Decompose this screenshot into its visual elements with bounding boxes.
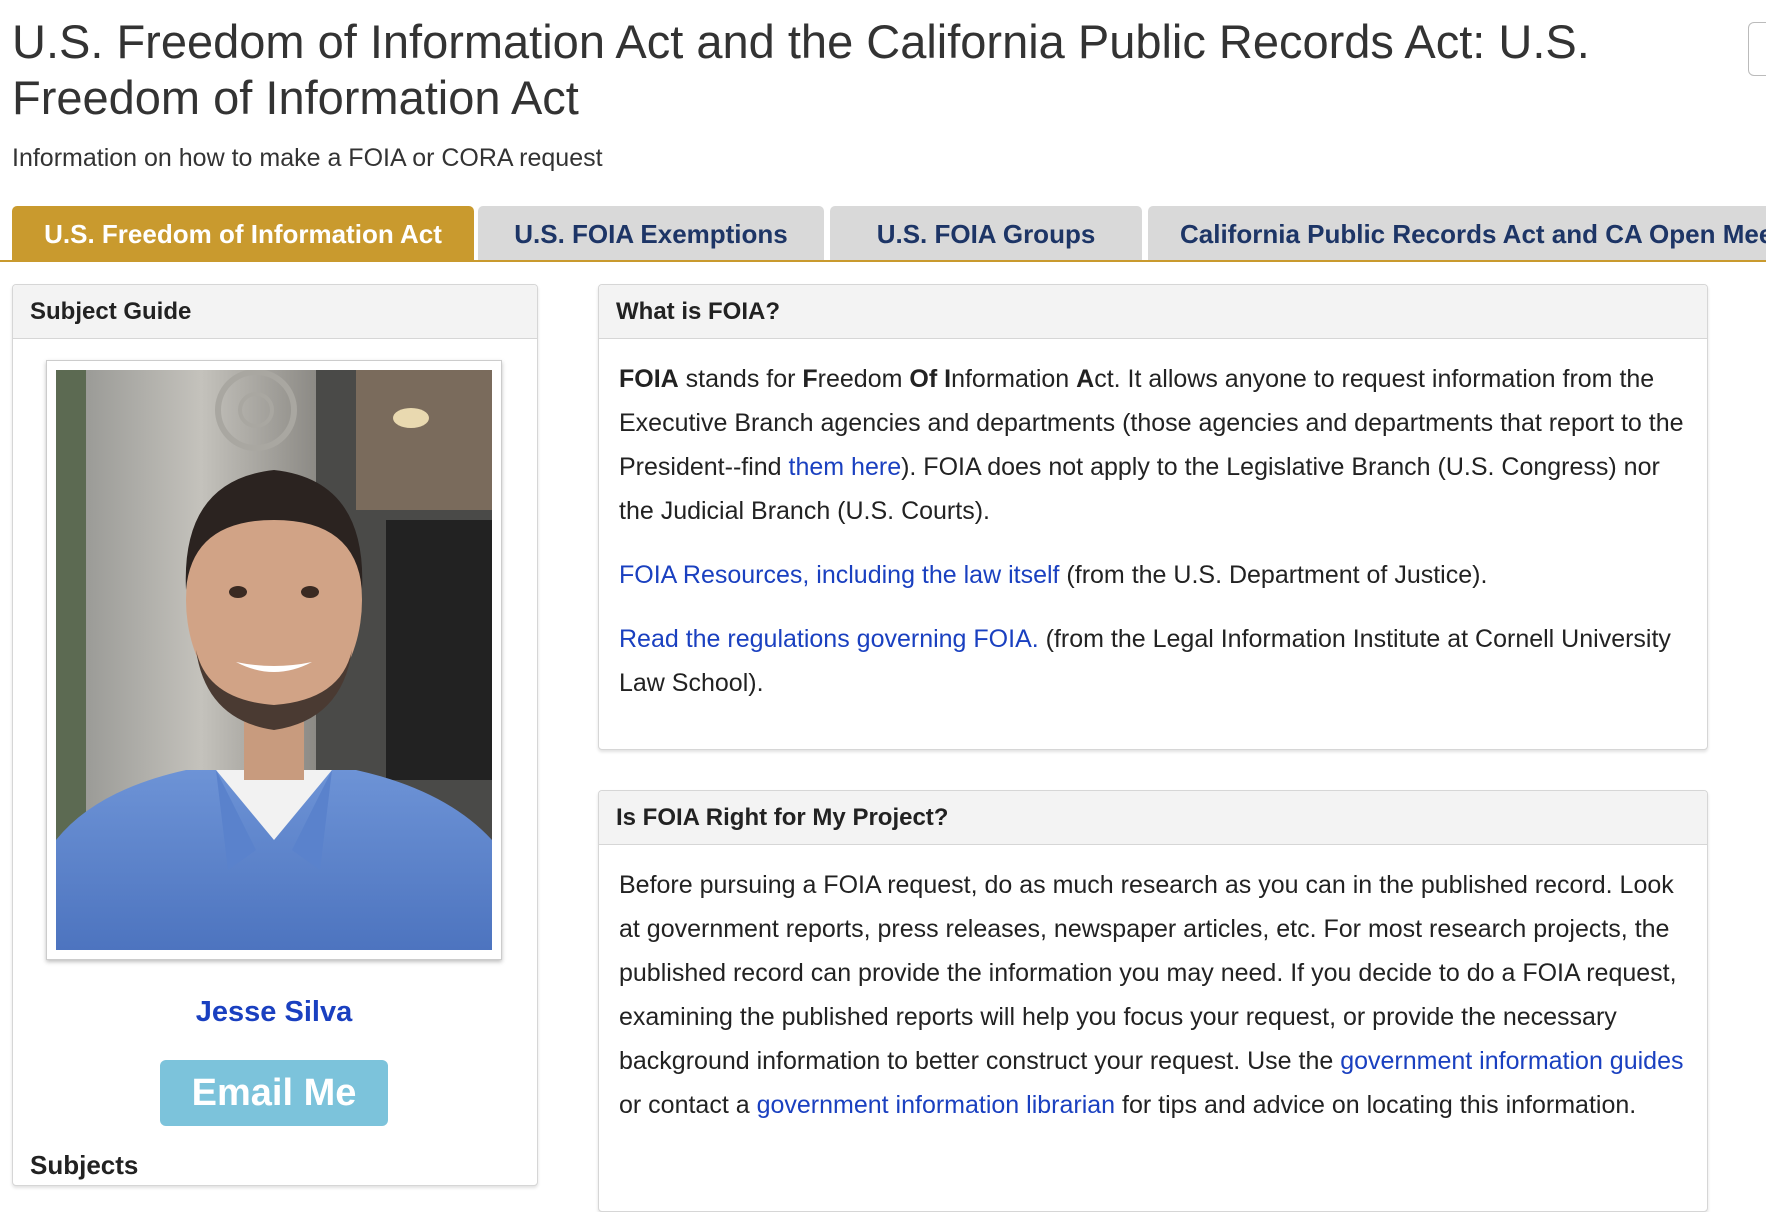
foia-right-for-project-heading: Is FOIA Right for My Project? — [599, 791, 1707, 845]
acronym-letter: A — [1076, 365, 1095, 393]
what-is-foia-box: What is FOIA? FOIA stands for Freedom Of… — [598, 284, 1708, 750]
page-subtitle: Information on how to make a FOIA or COR… — [12, 144, 603, 172]
search-box[interactable] — [1748, 22, 1766, 76]
tab-foia-exemptions[interactable]: U.S. FOIA Exemptions — [478, 206, 824, 262]
tab-foia-groups[interactable]: U.S. FOIA Groups — [830, 206, 1142, 262]
profile-photo — [46, 360, 502, 960]
foia-regulations-link[interactable]: Read the regulations governing FOIA. — [619, 625, 1039, 653]
advice-text: for tips and advice on locating this inf… — [1115, 1091, 1637, 1119]
page-title: U.S. Freedom of Information Act and the … — [12, 15, 1590, 124]
foia-right-for-project-box: Is FOIA Right for My Project? Before pur… — [598, 790, 1708, 1212]
what-is-foia-heading: What is FOIA? — [599, 285, 1707, 339]
government-information-librarian-link[interactable]: government information librarian — [757, 1091, 1116, 1119]
government-information-guides-link[interactable]: government information guides — [1340, 1047, 1683, 1075]
foia-resources-link[interactable]: FOIA Resources, including the law itself — [619, 561, 1059, 589]
tab-california-public-records[interactable]: California Public Records Act and CA Ope… — [1148, 206, 1766, 262]
definition-text: nformation — [951, 365, 1077, 393]
acronym-letter: Of — [909, 365, 938, 393]
definition-text: reedom — [817, 365, 910, 393]
foia-resources-paragraph: FOIA Resources, including the law itself… — [619, 553, 1687, 597]
resources-source-text: (from the U.S. Department of Justice). — [1059, 561, 1488, 589]
foia-regulations-paragraph: Read the regulations governing FOIA. (fr… — [619, 617, 1687, 705]
subject-guide-heading: Subject Guide — [13, 285, 537, 339]
guide-tabs: U.S. Freedom of Information Act U.S. FOI… — [12, 206, 1766, 262]
foia-advice-paragraph: Before pursuing a FOIA request, do as mu… — [619, 863, 1687, 1127]
email-me-button[interactable]: Email Me — [160, 1060, 388, 1126]
profile-photo-image — [56, 370, 492, 950]
them-here-link[interactable]: them here — [789, 453, 902, 481]
tabs-divider — [0, 260, 1766, 262]
foia-definition-paragraph: FOIA stands for Freedom Of Information A… — [619, 357, 1687, 533]
acronym-foia: FOIA — [619, 365, 679, 393]
advice-text: or contact a — [619, 1091, 757, 1119]
acronym-letter: F — [802, 365, 818, 393]
definition-text: stands for — [678, 365, 803, 393]
profile-name-link[interactable]: Jesse Silva — [0, 996, 548, 1029]
advice-text: Before pursuing a FOIA request, do as mu… — [619, 871, 1677, 1075]
tab-us-foia[interactable]: U.S. Freedom of Information Act — [12, 206, 474, 262]
what-is-foia-content: FOIA stands for Freedom Of Information A… — [599, 339, 1707, 705]
foia-right-for-project-content: Before pursuing a FOIA request, do as mu… — [599, 845, 1707, 1127]
